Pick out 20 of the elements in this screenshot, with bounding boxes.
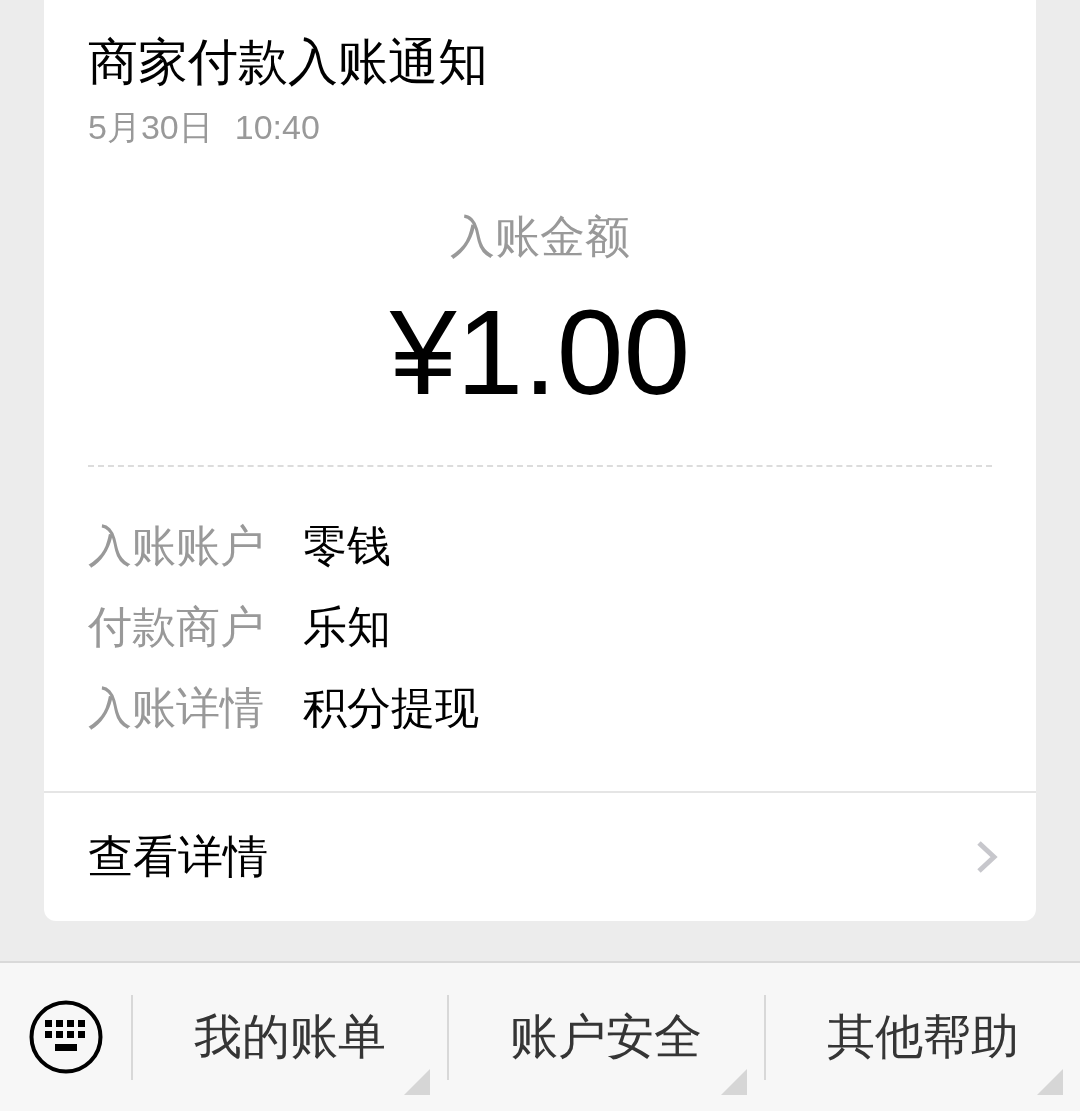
keyboard-icon[interactable] bbox=[28, 1000, 103, 1074]
menu-button[interactable]: 账户安全 bbox=[449, 963, 764, 1111]
menu-button[interactable]: 我的账单 bbox=[133, 963, 448, 1111]
detail-label: 入账详情 bbox=[88, 682, 265, 733]
detail-value: 积分提现 bbox=[303, 682, 479, 733]
view-details-link[interactable]: 查看详情 bbox=[44, 793, 1036, 921]
menu-button[interactable]: 其他帮助 bbox=[765, 963, 1080, 1111]
detail-label: 付款商户 bbox=[88, 601, 265, 652]
corner-triangle-icon bbox=[720, 1069, 747, 1095]
corner-triangle-icon bbox=[404, 1069, 431, 1095]
corner-triangle-icon bbox=[1037, 1069, 1063, 1095]
amount-label: 入账金额 bbox=[450, 212, 630, 262]
chevron-right-icon bbox=[976, 840, 998, 874]
detail-label: 入账账户 bbox=[88, 520, 265, 571]
notification-title: 商家付款入账通知 bbox=[88, 37, 488, 87]
notification-date: 5月30日 bbox=[88, 107, 213, 147]
detail-value: 乐知 bbox=[303, 601, 391, 652]
detail-value: 零钱 bbox=[303, 520, 391, 571]
amount-value: ¥1.00 bbox=[389, 287, 691, 417]
notification-time: 10:40 bbox=[234, 107, 320, 147]
